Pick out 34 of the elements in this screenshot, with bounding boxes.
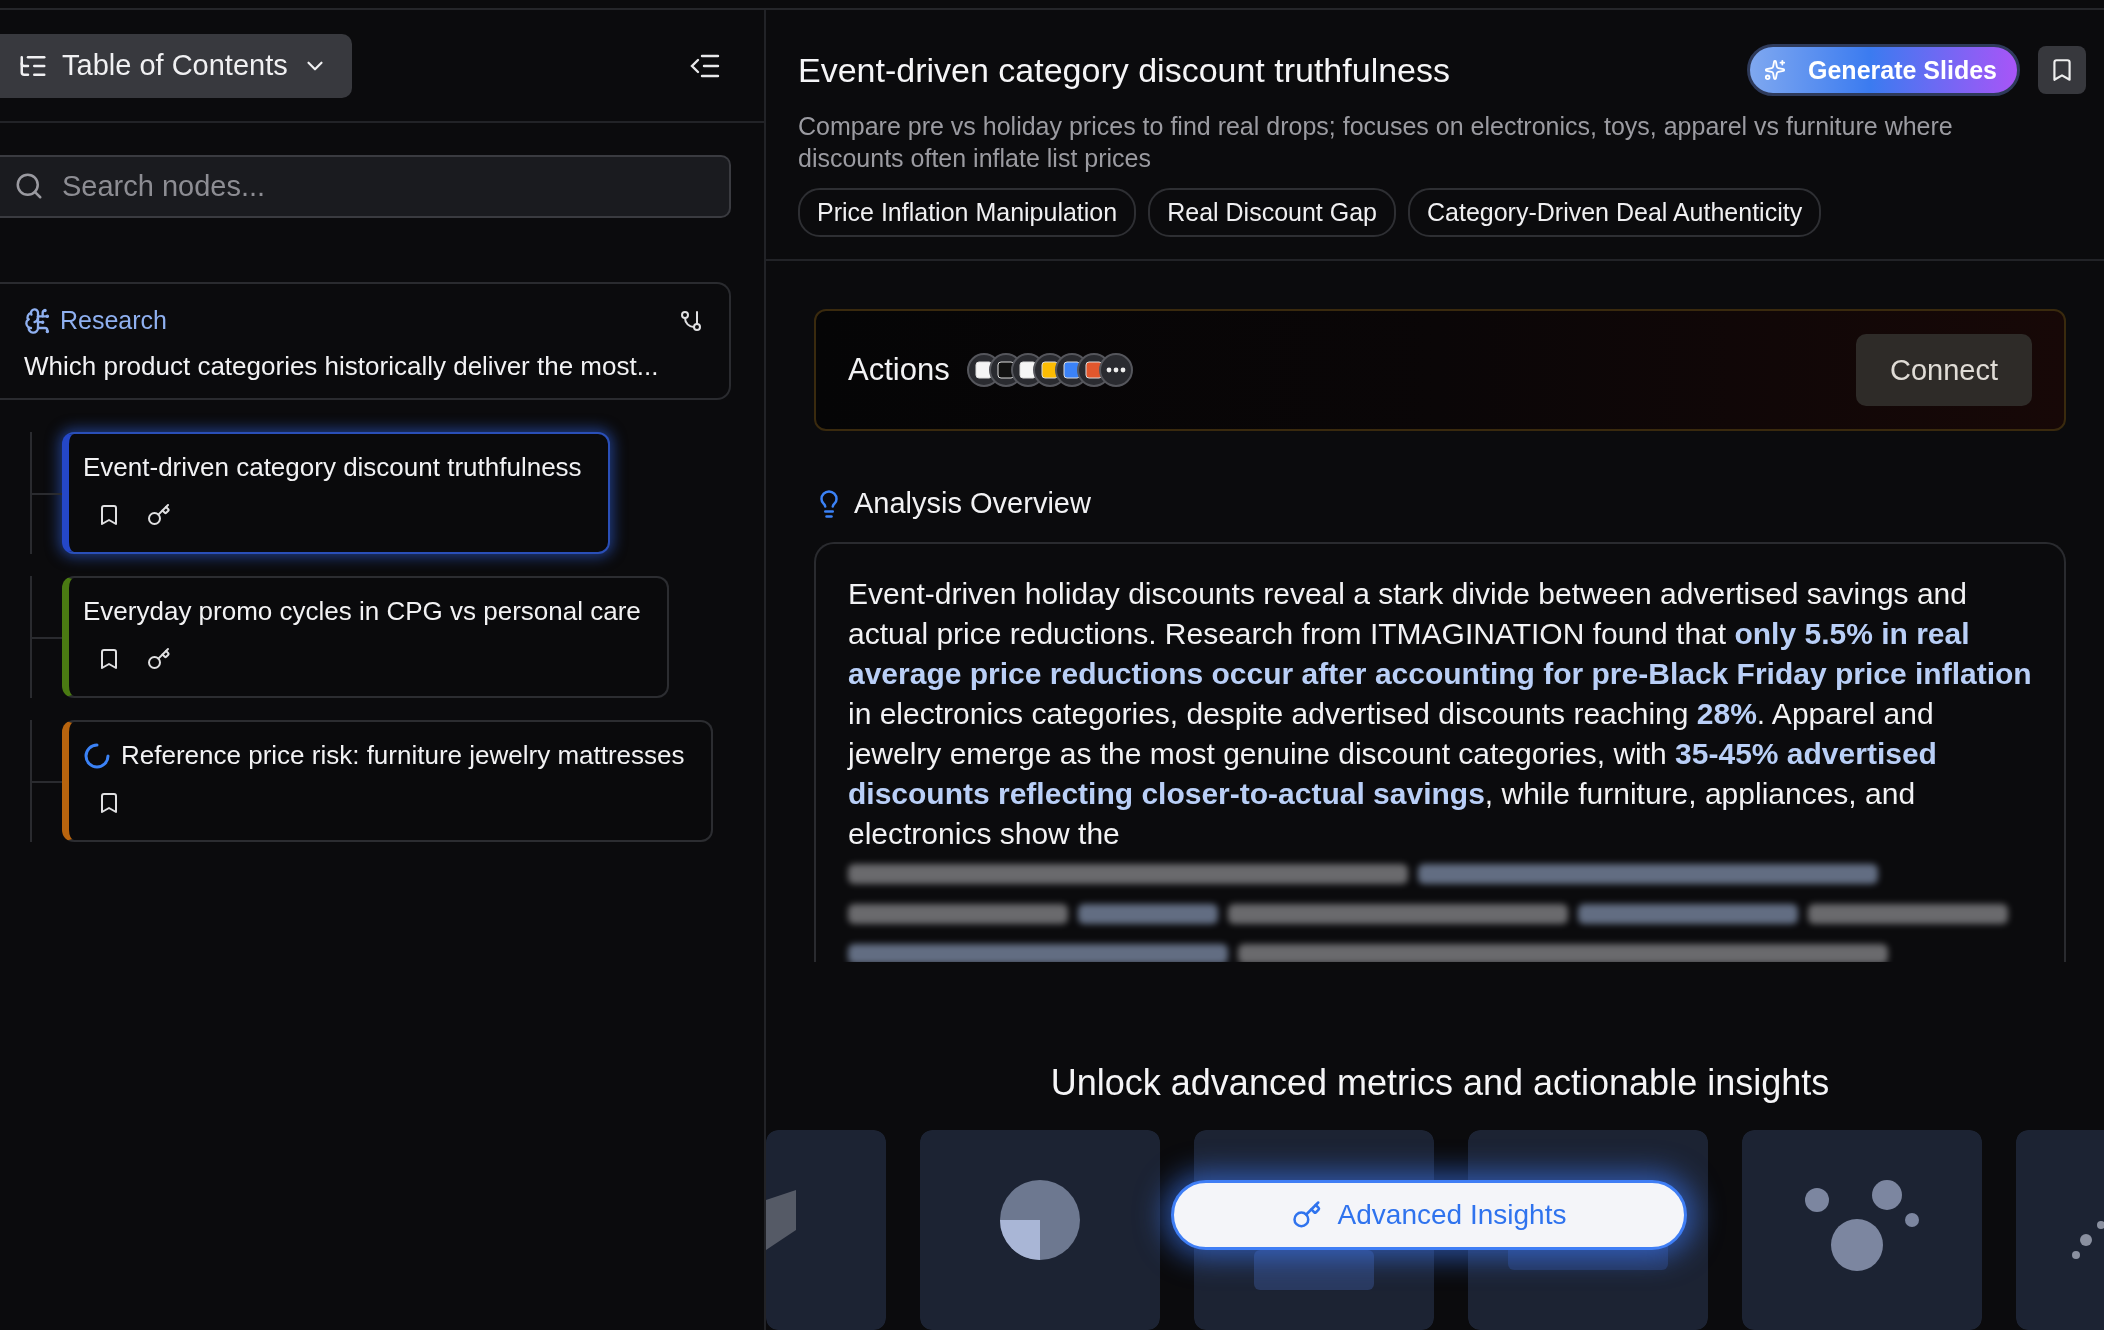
- node-title: Everyday promo cycles in CPG vs personal care: [83, 596, 641, 627]
- section-heading: Analysis Overview: [854, 487, 1091, 520]
- node-title: Reference price risk: furniture jewelry mattresses: [121, 740, 685, 771]
- research-label: Research: [60, 306, 167, 335]
- description: Compare pre vs holiday prices to find real drops; focuses on electronics, toys, apparel vs furniture where discounts often inflate list prices: [798, 111, 1954, 174]
- advanced-insights-button[interactable]: Advanced Insights: [1171, 1180, 1687, 1250]
- collapse-sidebar-icon: [690, 52, 720, 79]
- table-of-contents-button[interactable]: Table of Contents: [0, 33, 352, 98]
- key-icon: [1291, 1200, 1322, 1230]
- more-icon: [1097, 352, 1134, 388]
- tag: Category-Driven Deal Authenticity: [1408, 188, 1822, 237]
- node-card[interactable]: Everyday promo cycles in CPG vs personal care: [62, 576, 669, 698]
- tag: Price Inflation Manipulation: [798, 188, 1137, 237]
- brain-icon: [24, 306, 52, 335]
- tag: Real Discount Gap: [1148, 188, 1396, 237]
- analysis-text: Event-driven holiday discounts reveal a stark divide between advertised savings and actual price reductions. Research from ITMAGINATION found that only 5.5% in real average price reductions occur after accounting for pre-Black Friday price inflation in electronics categories, despite advertised discounts reaching 28%. Apparel and jewelry emerge as the most genuine discount categories, with 35-45% advertised discounts reflecting closer-to-actual savings, while furniture, appliances, and electronics show the: [848, 576, 2032, 852]
- search-field[interactable]: Search nodes...: [0, 155, 731, 218]
- upsell-heading: Unlock advanced metrics and actionable insights: [1049, 1062, 1831, 1104]
- actions-label: Actions: [848, 352, 950, 388]
- bookmark-button[interactable]: [2038, 46, 2086, 94]
- node-card[interactable]: Event-driven category discount truthfulness: [62, 432, 610, 554]
- page-title: Event-driven category discount truthfulness: [798, 50, 1450, 90]
- node-card[interactable]: Reference price risk: furniture jewelry mattresses: [62, 720, 713, 842]
- connect-button[interactable]: Connect: [1856, 334, 2032, 406]
- search-icon: [14, 171, 44, 201]
- node-title: Event-driven category discount truthfulness: [83, 452, 582, 483]
- research-card[interactable]: Research Which product categories historically deliver the most...: [0, 282, 731, 400]
- branch-icon: [679, 308, 703, 333]
- collapse-button[interactable]: [690, 52, 720, 79]
- key-icon[interactable]: [147, 647, 171, 671]
- generate-slides-button[interactable]: Generate Slides: [1747, 44, 2020, 96]
- sparkle-icon: [1764, 59, 1786, 81]
- research-question: Which product categories historically deliver the most...: [24, 351, 660, 382]
- key-icon[interactable]: [147, 503, 171, 527]
